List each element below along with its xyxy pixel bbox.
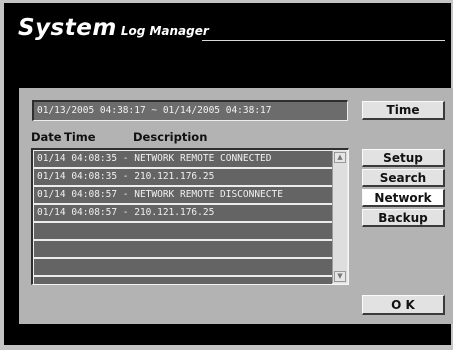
scroll-down-icon[interactable]: ▼	[334, 271, 346, 282]
column-header-date: Date	[31, 130, 62, 144]
log-row[interactable]	[34, 241, 332, 257]
backup-button[interactable]: Backup	[362, 209, 445, 227]
log-list[interactable]: 01/14 04:08:35 - NETWORK REMOTE CONNECTE…	[31, 148, 349, 285]
screen: System Log Manager 01/13/2005 04:38:17 ~ …	[4, 3, 453, 345]
log-row[interactable]: 01/14 04:08:57 - 210.121.176.25	[34, 205, 332, 221]
scrollbar[interactable]: ▲ ▼	[332, 151, 347, 283]
column-header-time: Time	[64, 130, 96, 144]
title-sub: Log Manager	[120, 24, 209, 38]
network-button[interactable]: Network	[362, 189, 445, 207]
time-button[interactable]: Time	[362, 101, 445, 120]
log-row[interactable]: 01/14 04:08:35 - 210.121.176.25	[34, 169, 332, 185]
date-range-display: 01/13/2005 04:38:17 ~ 01/14/2005 04:38:1…	[32, 100, 348, 121]
log-row[interactable]	[34, 223, 332, 239]
page-title: System Log Manager	[18, 15, 209, 41]
search-button[interactable]: Search	[362, 169, 445, 187]
ok-button[interactable]: O K	[362, 295, 445, 315]
scroll-up-icon[interactable]: ▲	[334, 152, 346, 163]
title-main: System	[18, 15, 117, 41]
log-rows: 01/14 04:08:35 - NETWORK REMOTE CONNECTE…	[34, 151, 332, 284]
setup-button[interactable]: Setup	[362, 149, 445, 167]
log-row[interactable]: 01/14 04:08:35 - NETWORK REMOTE CONNECTE…	[34, 151, 332, 167]
title-divider	[202, 40, 445, 41]
column-header-description: Description	[133, 130, 208, 144]
log-row[interactable]	[34, 259, 332, 275]
log-manager-panel: 01/13/2005 04:38:17 ~ 01/14/2005 04:38:1…	[19, 88, 453, 324]
log-row[interactable]	[34, 277, 332, 284]
log-row[interactable]: 01/14 04:08:57 - NETWORK REMOTE DISCONNE…	[34, 187, 332, 203]
